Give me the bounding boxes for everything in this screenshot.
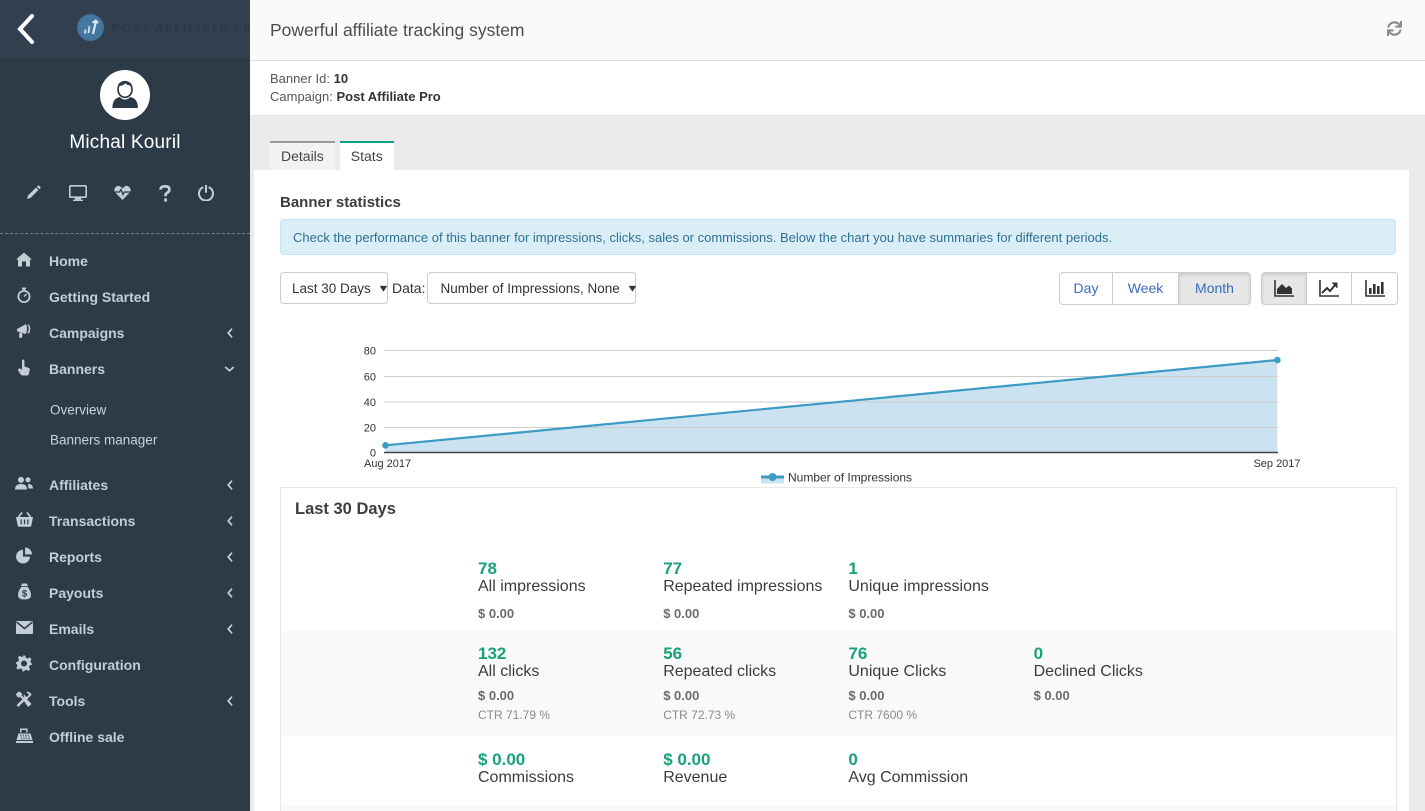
svg-text:60: 60 xyxy=(364,372,376,384)
svg-text:$: $ xyxy=(21,589,27,600)
svg-text:Aug 2017: Aug 2017 xyxy=(364,458,411,470)
svg-text:Number of Impressions: Number of Impressions xyxy=(788,471,912,485)
svg-text:40: 40 xyxy=(364,397,376,409)
svg-text:80: 80 xyxy=(364,346,376,358)
svg-text:Sep 2017: Sep 2017 xyxy=(1253,458,1300,470)
svg-text:20: 20 xyxy=(364,423,376,435)
